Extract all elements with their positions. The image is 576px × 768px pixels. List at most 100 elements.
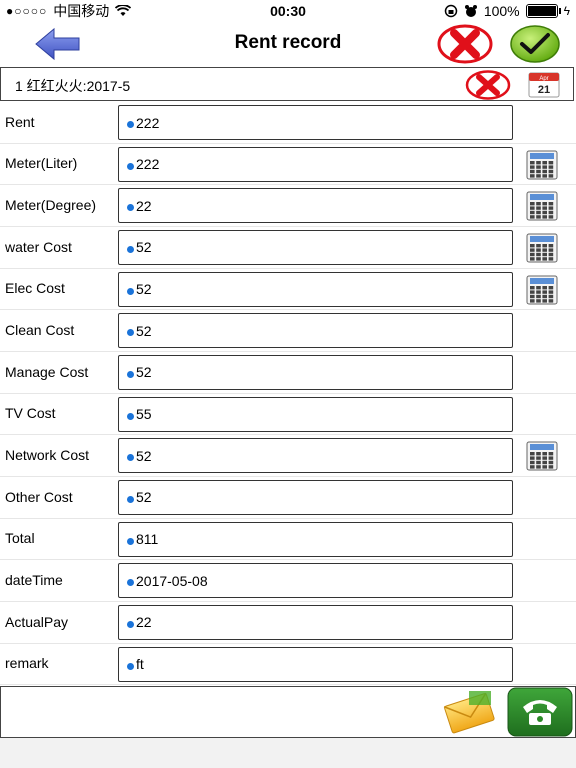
bullet-dot-icon	[127, 121, 134, 128]
bullet-dot-icon	[127, 579, 134, 587]
form-row: Manage Cost 52	[0, 352, 576, 394]
bullet-dot-icon	[127, 495, 134, 503]
record-label: 1 红红火火:2017-5	[15, 78, 131, 94]
phone-icon	[507, 687, 573, 737]
calculator-icon	[526, 191, 558, 221]
form-row: Meter(Liter) 222	[0, 144, 576, 186]
bullet-dot-icon	[127, 620, 134, 628]
field-input[interactable]: 52	[118, 271, 513, 307]
field-value: 2017-05-08	[136, 572, 208, 589]
field-value: 52	[136, 489, 152, 506]
field-label: remark	[5, 655, 49, 672]
form-row: ActualPay 22	[0, 602, 576, 644]
cancel-button[interactable]	[437, 24, 493, 64]
bullet-dot-icon	[127, 537, 134, 545]
calculator-button[interactable]	[526, 441, 558, 471]
calendar-icon: Apr 21	[528, 72, 560, 98]
red-x-icon	[465, 70, 511, 100]
field-value: 811	[136, 531, 159, 548]
field-input[interactable]: 222	[118, 105, 513, 140]
calculator-icon	[526, 275, 558, 305]
field-value: 52	[136, 322, 152, 339]
field-label: Network Cost	[5, 447, 90, 464]
field-input[interactable]: 22	[118, 604, 513, 640]
field-label: Manage Cost	[5, 363, 89, 380]
bullet-dot-icon	[127, 204, 134, 212]
red-x-icon	[437, 24, 493, 64]
field-input[interactable]: 222	[118, 146, 513, 182]
clear-record-button[interactable]	[465, 70, 511, 100]
form-row: Rent 222	[0, 102, 576, 144]
field-input[interactable]: 811	[118, 521, 513, 557]
battery-icon	[525, 4, 561, 18]
battery-percent: 100%	[483, 3, 520, 19]
field-label: Meter(Degree)	[5, 197, 97, 214]
field-value: 52	[136, 364, 152, 381]
field-label: water Cost	[5, 238, 72, 255]
status-bar: ●○○○○ 中国移动 00:30 100% ϟ	[0, 0, 576, 22]
calculator-icon	[526, 233, 558, 263]
field-label: Clean Cost	[5, 322, 75, 339]
bullet-dot-icon	[127, 454, 134, 462]
field-value: 55	[136, 406, 152, 423]
confirm-button[interactable]	[509, 24, 561, 64]
calendar-day: 21	[538, 84, 550, 96]
field-value: 52	[136, 281, 152, 298]
field-input[interactable]: ft	[118, 646, 513, 682]
form-rows: Rent 222 Meter(Liter) 222 Meter(Degree) …	[0, 102, 576, 686]
bullet-dot-icon	[127, 162, 134, 170]
form-row: Meter(Degree) 22	[0, 185, 576, 227]
calculator-button[interactable]	[526, 150, 558, 180]
rotation-lock-icon	[444, 4, 458, 18]
field-value: 52	[136, 239, 152, 256]
calendar-month: Apr	[539, 76, 548, 82]
field-label: ActualPay	[5, 613, 69, 630]
bullet-dot-icon	[127, 287, 134, 295]
field-input[interactable]: 52	[118, 438, 513, 474]
calculator-button[interactable]	[526, 191, 558, 221]
calculator-icon	[526, 441, 558, 471]
bullet-dot-icon	[127, 370, 134, 378]
field-input[interactable]: 52	[118, 313, 513, 349]
field-value: 22	[136, 614, 152, 631]
field-value: 222	[136, 114, 160, 131]
field-label: TV Cost	[5, 405, 56, 422]
field-input[interactable]: 22	[118, 188, 513, 224]
field-value: 222	[136, 156, 160, 173]
charging-icon: ϟ	[563, 4, 570, 18]
field-value: ft	[136, 656, 144, 673]
calendar-button[interactable]: Apr 21	[528, 72, 560, 98]
field-input[interactable]: 52	[118, 479, 513, 515]
envelope-icon	[443, 691, 495, 734]
field-input[interactable]: 52	[118, 229, 513, 265]
field-label: Meter(Liter)	[5, 155, 78, 172]
field-input[interactable]: 52	[118, 354, 513, 390]
form-row: Clean Cost 52	[0, 310, 576, 352]
form-row: Elec Cost 52	[0, 269, 576, 311]
field-label: Total	[5, 530, 35, 547]
bullet-dot-icon	[127, 662, 134, 670]
field-value: 52	[136, 447, 152, 464]
field-label: dateTime	[5, 572, 63, 589]
green-check-icon	[510, 25, 560, 63]
call-button[interactable]	[507, 687, 573, 737]
field-label: Rent	[5, 113, 35, 130]
form-row: remark ft	[0, 644, 576, 686]
bullet-dot-icon	[127, 329, 134, 337]
calculator-button[interactable]	[526, 275, 558, 305]
message-button[interactable]	[441, 687, 499, 737]
record-selector[interactable]: 1 红红火火:2017-5 Apr 21	[0, 67, 574, 101]
title-bar: Rent record	[0, 22, 576, 66]
form-row: Total 811	[0, 519, 576, 561]
bullet-dot-icon	[127, 412, 134, 420]
field-input[interactable]: 2017-05-08	[118, 563, 513, 599]
field-input[interactable]: 55	[118, 396, 513, 432]
calculator-icon	[526, 150, 558, 180]
alarm-icon	[464, 5, 477, 17]
form-row: Other Cost 52	[0, 477, 576, 519]
calculator-button[interactable]	[526, 233, 558, 263]
form-row: water Cost 52	[0, 227, 576, 269]
bottom-bar	[0, 738, 576, 768]
field-value: 22	[136, 197, 152, 214]
form-row: dateTime 2017-05-08	[0, 560, 576, 602]
